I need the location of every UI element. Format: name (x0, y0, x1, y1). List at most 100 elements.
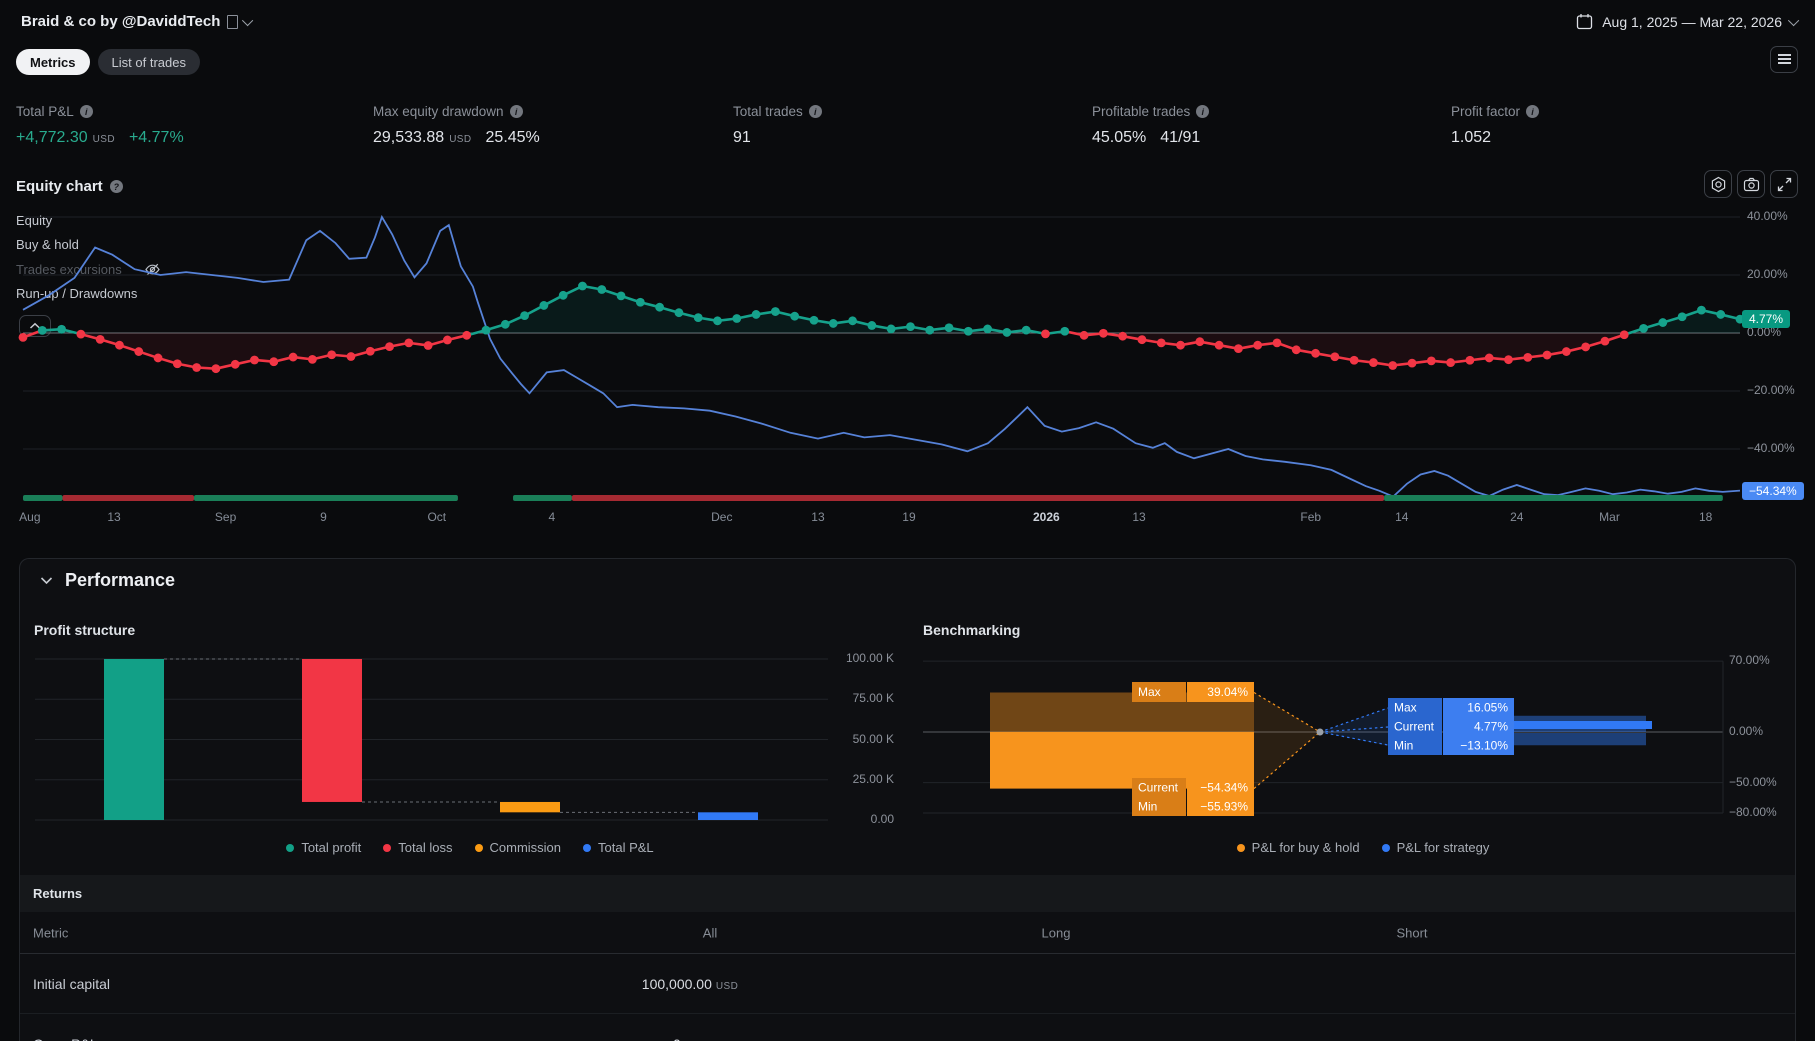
metric-value-text: 29,533.88 (373, 129, 445, 146)
fullscreen-button[interactable] (1770, 170, 1798, 198)
y-axis-label: 20.00% (1747, 267, 1788, 281)
legend-item-p-l-for-strategy[interactable]: P&L for strategy (1381, 840, 1489, 855)
profit-y-label: 0.00 (870, 812, 894, 826)
chart-snapshot-button[interactable] (1737, 170, 1765, 198)
svg-text:−54.34%: −54.34% (1200, 781, 1248, 795)
lock-glyph-icon (227, 14, 239, 29)
equity-point (1426, 356, 1436, 366)
metric-profit-factor: Profit factor i 1.052 (1451, 104, 1540, 147)
legend-item-commission[interactable]: Commission (474, 840, 561, 855)
returns-table-header: Metric All Long Short (20, 912, 1795, 954)
legend-dot (583, 843, 592, 852)
help-icon[interactable]: ? (109, 180, 123, 193)
info-icon[interactable]: i (808, 105, 822, 118)
report-title[interactable]: Braid & co by @DaviddTech (21, 13, 254, 30)
equity-point (674, 308, 684, 318)
equity-point (134, 347, 144, 356)
excursion-segment (194, 495, 458, 501)
tab-list-of-trades[interactable]: List of trades (97, 49, 200, 75)
strategy-current-bar (1514, 721, 1652, 729)
equity-point (211, 364, 221, 374)
equity-point (713, 316, 722, 326)
equity-point (1311, 348, 1320, 358)
profit-y-label: 100.00 K (845, 651, 894, 665)
profit-structure-chart[interactable] (30, 648, 910, 828)
metric-value: 45.05% 41/91 (1092, 129, 1209, 147)
equity-point (481, 325, 491, 335)
metric-label: Total trades i (733, 104, 822, 119)
benchmarking-chart[interactable]: Max 39.04% Current −54.34% Min −55.93% Max 16.0… (923, 648, 1815, 828)
equity-point (809, 315, 819, 325)
equity-point (886, 324, 896, 334)
column-header-short: Short (1396, 925, 1428, 940)
date-range-picker[interactable]: Aug 1, 2025 — Mar 22, 2026 (1576, 13, 1800, 30)
equity-point (1272, 338, 1282, 348)
legend-item-total-profit[interactable]: Total profit (286, 840, 361, 855)
sections-layout-button[interactable] (1770, 46, 1798, 73)
info-icon[interactable]: i (79, 105, 93, 118)
legend-label: Total profit (301, 840, 362, 855)
equity-point (1330, 352, 1340, 362)
x-axis-label: 13 (107, 510, 121, 524)
strategy-tester-report: Braid & co by @DaviddTech Aug 1, 2025 — … (0, 0, 1815, 1041)
bench-y-label: −50.00% (1729, 774, 1777, 789)
equity-point (1369, 358, 1378, 367)
equity-point (423, 341, 433, 350)
performance-section-header[interactable]: Performance (40, 570, 175, 591)
metric-value-text: 91 (733, 129, 751, 146)
equity-point (578, 281, 587, 291)
metric-value: 1.052 (1451, 129, 1539, 147)
chart-settings-button[interactable] (1704, 170, 1732, 198)
metric-extra: 41/91 (1160, 129, 1201, 146)
x-axis-label: Mar (1599, 510, 1620, 524)
svg-text:Max: Max (1394, 701, 1417, 715)
metric-value-text: 1.052 (1451, 129, 1492, 146)
metric-max-equity-drawdown: Max equity drawdown i 29,533.88 USD 25.45% (373, 104, 540, 147)
legend-dot (286, 843, 295, 852)
metric-label-text: Profitable trades (1092, 104, 1191, 119)
metric-label: Max equity drawdown i (373, 104, 540, 119)
equity-point (616, 291, 626, 301)
x-axis-label: 4 (548, 510, 556, 524)
info-icon[interactable]: i (1526, 105, 1540, 118)
svg-text:16.05%: 16.05% (1467, 701, 1508, 715)
equity-point (288, 352, 298, 362)
equity-point (18, 332, 28, 342)
metric-label: Total P&L i (16, 104, 184, 119)
info-icon[interactable]: i (1196, 105, 1210, 118)
equity-point (1523, 352, 1533, 362)
info-icon[interactable]: i (509, 105, 523, 118)
metric-total-trades: Total trades i 91 (733, 104, 822, 147)
fullscreen-icon (1777, 177, 1791, 191)
metric-label-text: Max equity drawdown (373, 104, 504, 119)
excursion-segment (571, 495, 1385, 501)
calendar-icon (1577, 14, 1593, 30)
waterfall-bar-commission (500, 801, 560, 813)
equity-point (1253, 340, 1263, 350)
profit-structure-legend: Total profit Total loss Commission Total P&… (30, 840, 910, 855)
svg-text:4.77%: 4.77% (1474, 720, 1508, 734)
tab-metrics[interactable]: Metrics (16, 49, 90, 75)
svg-text:Min: Min (1138, 800, 1157, 814)
metric-value-text: 45.05% (1092, 129, 1147, 146)
equity-point (1176, 340, 1185, 350)
equity-point (1021, 325, 1031, 335)
bench-y-label: −80.00% (1729, 804, 1777, 819)
equity-point (462, 330, 472, 340)
metric-profitable-trades: Profitable trades i 45.05% 41/91 (1092, 104, 1210, 147)
metric-label-text: Profit factor (1451, 104, 1521, 119)
bench-y-label: 0.00% (1729, 724, 1764, 738)
equity-point (1716, 310, 1726, 319)
equity-point (1542, 350, 1552, 360)
equity-point (500, 319, 510, 329)
equity-point (365, 346, 375, 356)
equity-point (906, 322, 915, 332)
metric-value-text: +4,772.30 (16, 129, 88, 146)
equity-chart-plot[interactable] (0, 195, 1815, 535)
equity-point (1677, 312, 1687, 322)
waterfall-bar-total-profit (104, 659, 164, 820)
legend-item-total-p-l[interactable]: Total P&L (583, 840, 654, 855)
value-unit: USD (715, 980, 739, 992)
legend-item-p-l-for-buy-hold[interactable]: P&L for buy & hold (1236, 840, 1360, 855)
legend-item-total-loss[interactable]: Total loss (383, 840, 453, 855)
